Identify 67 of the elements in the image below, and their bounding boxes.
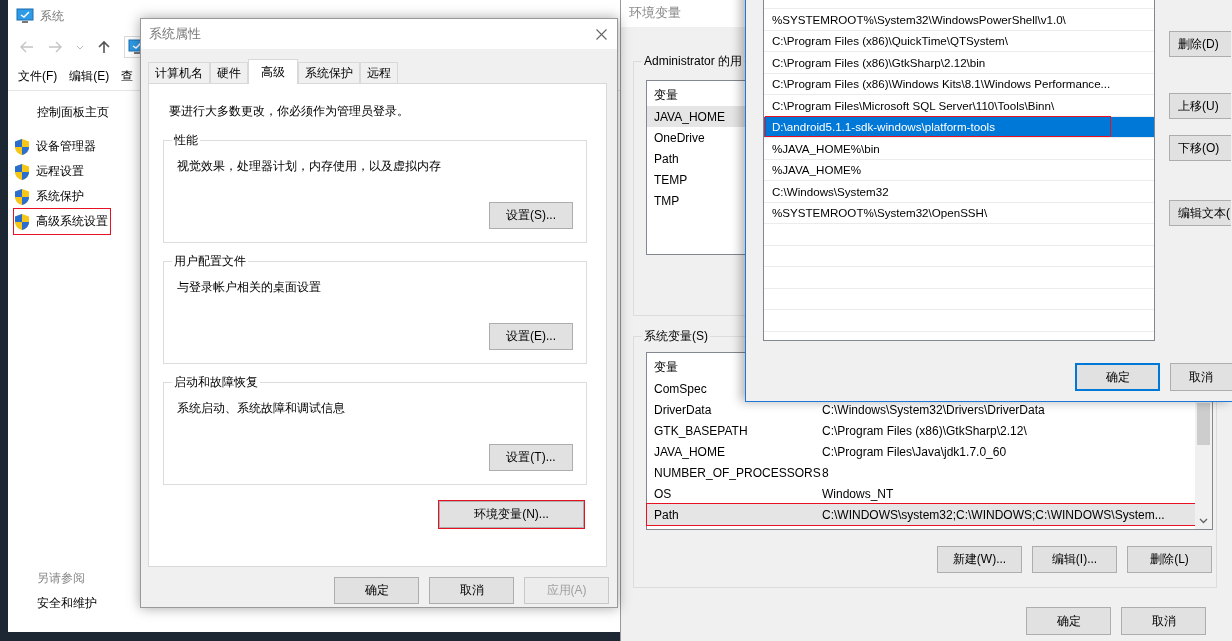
list-row[interactable]: Path C:\WINDOWS\system32;C:\WINDOWS;C:\WINDOWS\System... [647, 504, 1195, 525]
path-entry[interactable]: %SYSTEMROOT%\System32\OpenSSH\ [766, 203, 988, 223]
list-row[interactable]: OS Windows_NT [647, 483, 1195, 504]
section-heading: 另请参阅 [37, 570, 85, 587]
path-entry[interactable]: C:\Program Files (x86)\QuickTime\QTSystem\ [766, 31, 1008, 51]
sidebar-item[interactable]: 高级系统设置 [14, 209, 110, 234]
side-button[interactable]: 编辑文本( [1169, 200, 1231, 226]
path-entry[interactable]: C:\Windows\System32 [766, 181, 889, 201]
shield-icon [14, 162, 30, 181]
dialog-button[interactable]: 取消 [429, 577, 514, 604]
window-title: 系统 [40, 7, 64, 25]
side-button[interactable]: 上移(U) [1169, 93, 1231, 119]
sidebar-item[interactable]: 远程设置 [14, 159, 86, 184]
window-title: 环境变量 [629, 5, 681, 20]
shield-icon [14, 187, 30, 206]
sidebar-item[interactable]: 设备管理器 [14, 134, 98, 159]
dialog-button[interactable]: 确定 [1026, 607, 1111, 635]
tab[interactable]: 计算机名 [148, 62, 210, 83]
shield-icon [14, 137, 30, 156]
dialog-button[interactable]: 取消 [1121, 607, 1206, 635]
menu-item[interactable]: 编辑(E) [69, 67, 110, 85]
tab[interactable]: 系统保护 [298, 62, 360, 83]
info-text: 要进行大多数更改，你必须作为管理员登录。 [169, 103, 410, 120]
side-button[interactable]: 删除(D) [1169, 31, 1231, 57]
up-arrow-icon[interactable] [98, 40, 110, 54]
sidebar-link[interactable]: 控制面板主页 [37, 103, 109, 121]
menu-item[interactable]: 文件(F) [18, 67, 58, 85]
list-action-button[interactable]: 编辑(I)... [1032, 546, 1117, 573]
close-icon[interactable] [596, 28, 607, 40]
column-header: 变量 [654, 87, 678, 104]
environment-variables-button[interactable]: 环境变量(N)... [439, 501, 584, 528]
group-description: 系统启动、系统故障和调试信息 [177, 400, 346, 417]
path-entry[interactable]: %SYSTEMROOT%\System32\WindowsPowerShell\v1.0\ [766, 9, 1066, 29]
sidebar-item[interactable]: 系统保护 [14, 184, 86, 209]
path-entry[interactable]: C:\Program Files (x86)\GtkSharp\2.12\bin [766, 52, 986, 72]
dialog-button[interactable]: 确定 [334, 577, 419, 604]
settings-button[interactable]: 设置(S)... [489, 202, 573, 229]
list-action-button[interactable]: 新建(W)... [937, 546, 1022, 573]
settings-button[interactable]: 设置(E)... [489, 323, 573, 350]
path-entry[interactable]: %JAVA_HOME% [766, 160, 862, 180]
group-description: 与登录帐户相关的桌面设置 [177, 279, 322, 296]
dialog-title: 系统属性 [149, 25, 201, 43]
path-entry[interactable]: %JAVA_HOME%\bin [766, 138, 880, 158]
tab[interactable]: 高级 [248, 59, 298, 84]
group-description: 视觉效果，处理器计划，内存使用，以及虚拟内存 [177, 158, 442, 175]
path-entry[interactable]: C:\Program Files (x86)\Windows Kits\8.1\Windows Performance... [766, 74, 1111, 94]
list-action-button[interactable]: 删除(L) [1127, 546, 1212, 573]
settings-button[interactable]: 设置(T)... [489, 444, 573, 471]
group-title: 用户配置文件 [172, 253, 248, 269]
list-row[interactable]: NUMBER_OF_PROCESSORS8 [647, 462, 1195, 483]
menu-item[interactable]: 查 [121, 67, 134, 85]
tab[interactable]: 远程 [360, 62, 398, 83]
side-button[interactable]: 下移(O) [1169, 135, 1231, 161]
group-title: 启动和故障恢复 [172, 374, 260, 390]
column-header: 变量 [654, 359, 678, 376]
list-row[interactable]: GTK_BASEPATH C:\Program Files (x86)\GtkSharp\2.12\ [647, 420, 1195, 441]
dialog-button[interactable]: 确定 [1075, 363, 1160, 391]
list-row[interactable]: JAVA_HOME C:\Program Files\Java\jdk1.7.0_60 [647, 441, 1195, 462]
group-title: Administrator 的用 [642, 53, 745, 69]
dialog-button[interactable]: 取消 [1170, 363, 1232, 391]
group-title: 系统变量(S) [642, 328, 710, 344]
list-row[interactable]: DriverData C:\Windows\System32\Drivers\DriverData [647, 399, 1195, 420]
tab[interactable]: 硬件 [210, 62, 248, 83]
monitor-icon [16, 8, 34, 24]
group-title: 性能 [172, 132, 200, 148]
sidebar-link[interactable]: 安全和维护 [37, 591, 97, 616]
shield-icon [14, 212, 30, 231]
